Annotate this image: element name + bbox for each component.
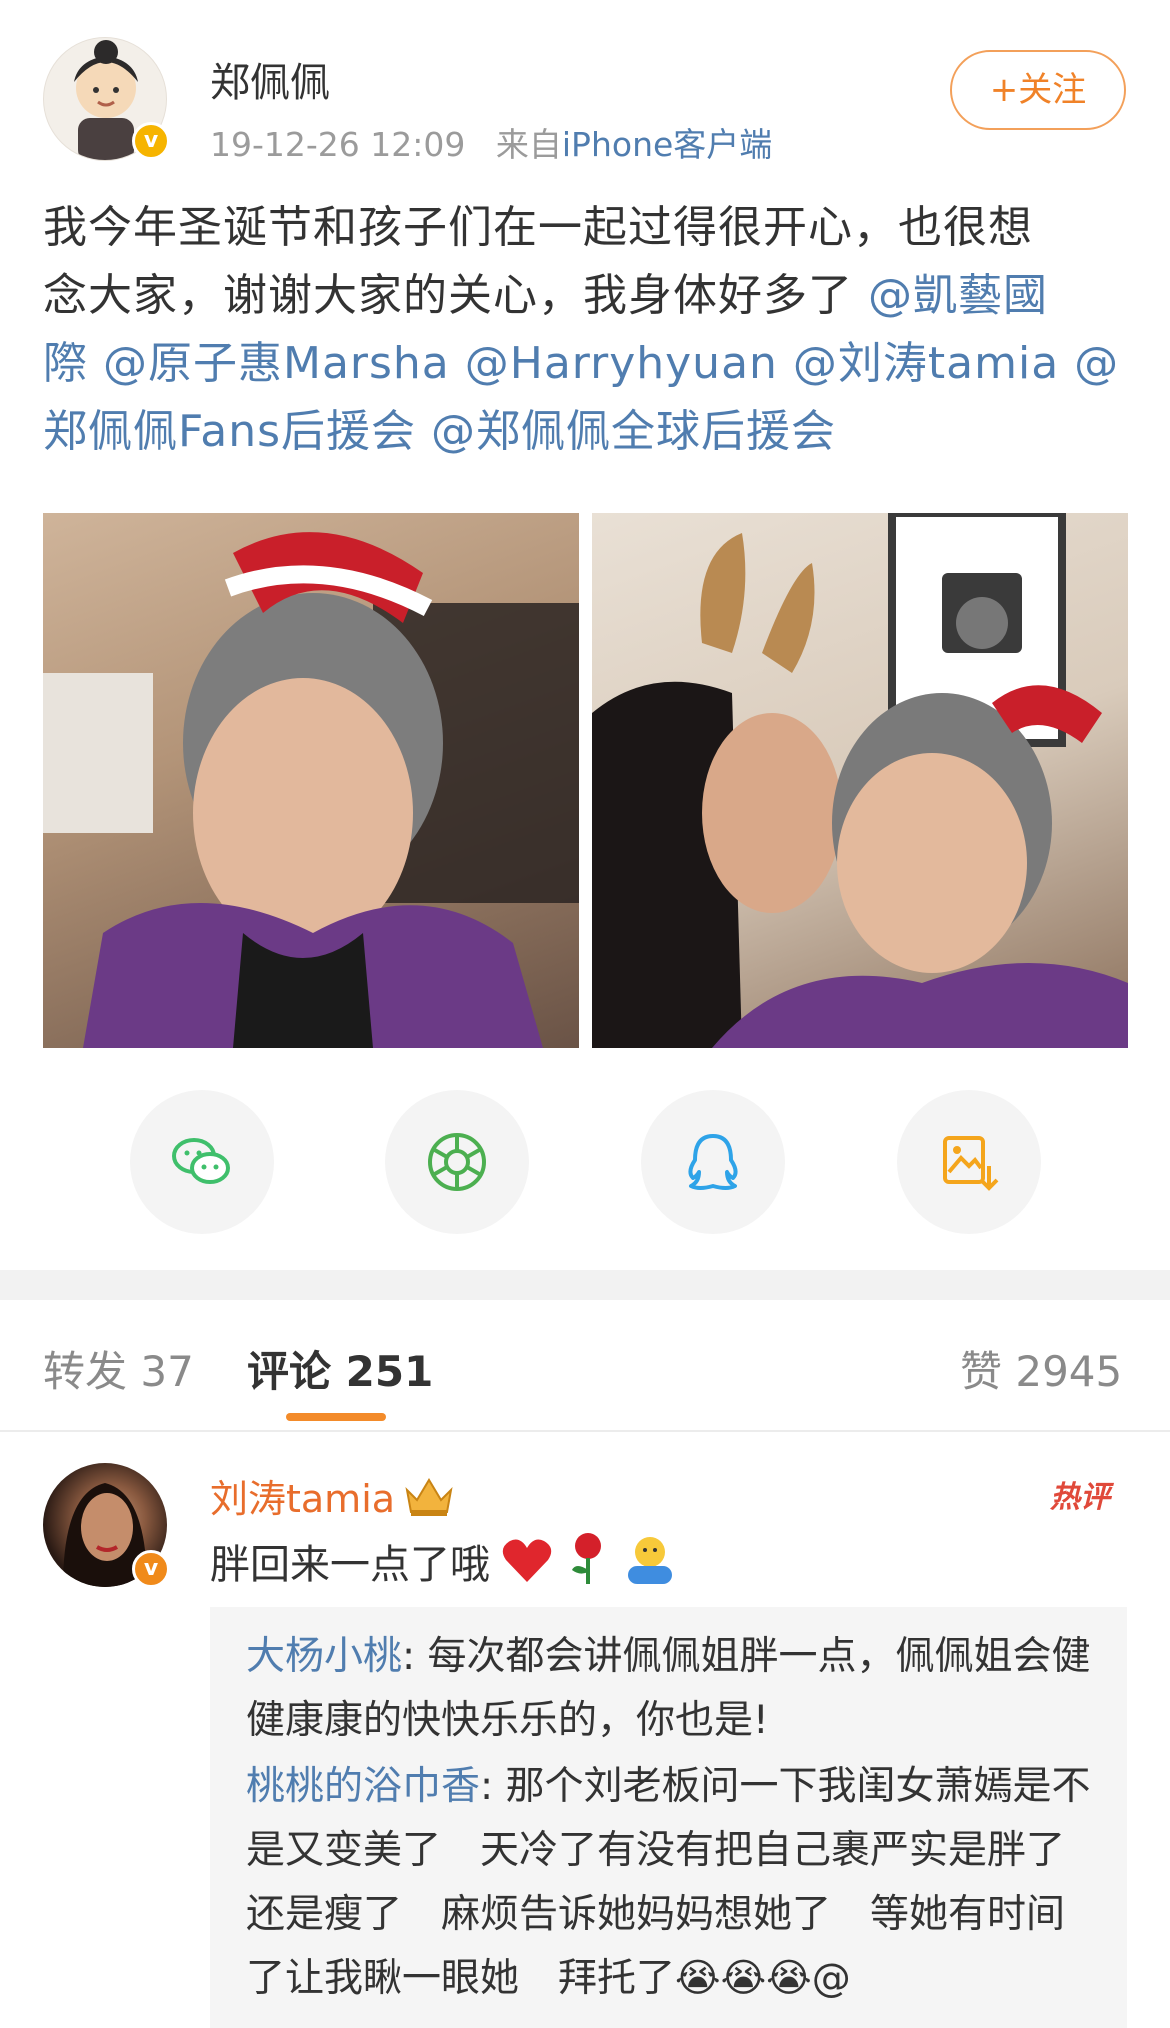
sub-replies: 大杨小桃: 每次都会讲佩佩姐胖一点，佩佩姐会健健康康的快快乐乐的，你也是! 桃桃…: [210, 1607, 1127, 2028]
tab-comments[interactable]: 评论 251: [247, 1338, 433, 1399]
save-image-icon: [943, 1136, 999, 1191]
crown-badge-icon: [403, 1474, 455, 1527]
commenter-name[interactable]: 刘涛tamia: [210, 1468, 455, 1527]
post-timestamp: 19-12-26 12:09: [210, 125, 466, 164]
post-line: 念大家，谢谢大家的关心，我身体好多了 @凱藝國: [43, 262, 1133, 330]
share-qq-button[interactable]: [641, 1090, 785, 1234]
post-source[interactable]: iPhone客户端: [562, 125, 772, 164]
post-header: v 郑佩佩 19-12-26 12:09 来自iPhone客户端 +关注: [0, 0, 1170, 180]
commenter-name-text[interactable]: 刘涛tamia: [210, 1477, 395, 1521]
reply-item[interactable]: 桃桃的浴巾香: 那个刘老板问一下我闺女萧嫣是不是又变美了 天冷了有没有把自己裹严…: [246, 1755, 1095, 2011]
reply-user[interactable]: 桃桃的浴巾香: [246, 1764, 480, 1809]
post-photo-1[interactable]: [43, 513, 579, 1048]
section-divider: [0, 1270, 1170, 1300]
follow-button[interactable]: +关注: [950, 50, 1126, 130]
tab-likes[interactable]: 赞 2945: [960, 1338, 1122, 1399]
mention-link[interactable]: @凱藝國: [868, 270, 1048, 321]
active-tab-indicator: [286, 1413, 386, 1421]
post-meta: 19-12-26 12:09 来自iPhone客户端: [210, 118, 772, 166]
verified-badge-icon: v: [132, 1550, 170, 1588]
qq-icon: [688, 1134, 738, 1190]
hug-emoji-icon: [622, 1534, 678, 1596]
reply-item[interactable]: 大杨小桃: 每次都会讲佩佩姐胖一点，佩佩姐会健健康康的快快乐乐的，你也是!: [246, 1625, 1095, 1753]
post-body: 我今年圣诞节和孩子们在一起过得很开心，也很想 念大家，谢谢大家的关心，我身体好多…: [43, 194, 1133, 466]
mention-link[interactable]: 際 @原子惠Marsha @Harryhyuan @刘涛tamia @: [43, 338, 1119, 389]
hot-comment-badge: 热评: [1050, 1480, 1110, 1515]
post-photo-2[interactable]: [592, 513, 1128, 1048]
comment-text-span: 胖回来一点了哦: [210, 1542, 490, 1588]
post-source-prefix: 来自: [495, 125, 562, 164]
heart-icon: [500, 1536, 554, 1596]
post-text-span: 念大家，谢谢大家的关心，我身体好多了: [43, 270, 868, 321]
wechat-icon: [172, 1138, 230, 1184]
comment-text: 胖回来一点了哦: [210, 1530, 678, 1596]
post-line: 郑佩佩Fans后援会 @郑佩佩全球后援会: [43, 398, 1133, 466]
reply-user[interactable]: 大杨小桃: [246, 1634, 402, 1679]
share-wechat-button[interactable]: [130, 1090, 274, 1234]
save-image-button[interactable]: [897, 1090, 1041, 1234]
author-name[interactable]: 郑佩佩: [210, 50, 330, 108]
rose-icon: [564, 1530, 612, 1596]
share-moments-button[interactable]: [385, 1090, 529, 1234]
verified-badge-icon: v: [132, 122, 170, 160]
tab-divider: [0, 1430, 1170, 1432]
post-line: 際 @原子惠Marsha @Harryhyuan @刘涛tamia @: [43, 330, 1133, 398]
moments-icon: [428, 1133, 486, 1191]
tab-repost[interactable]: 转发 37: [43, 1338, 194, 1399]
post-text-span: 我今年圣诞节和孩子们在一起过得很开心，也很想: [43, 202, 1033, 253]
post-line: 我今年圣诞节和孩子们在一起过得很开心，也很想: [43, 194, 1133, 262]
mention-link[interactable]: 郑佩佩Fans后援会 @郑佩佩全球后援会: [43, 406, 836, 457]
